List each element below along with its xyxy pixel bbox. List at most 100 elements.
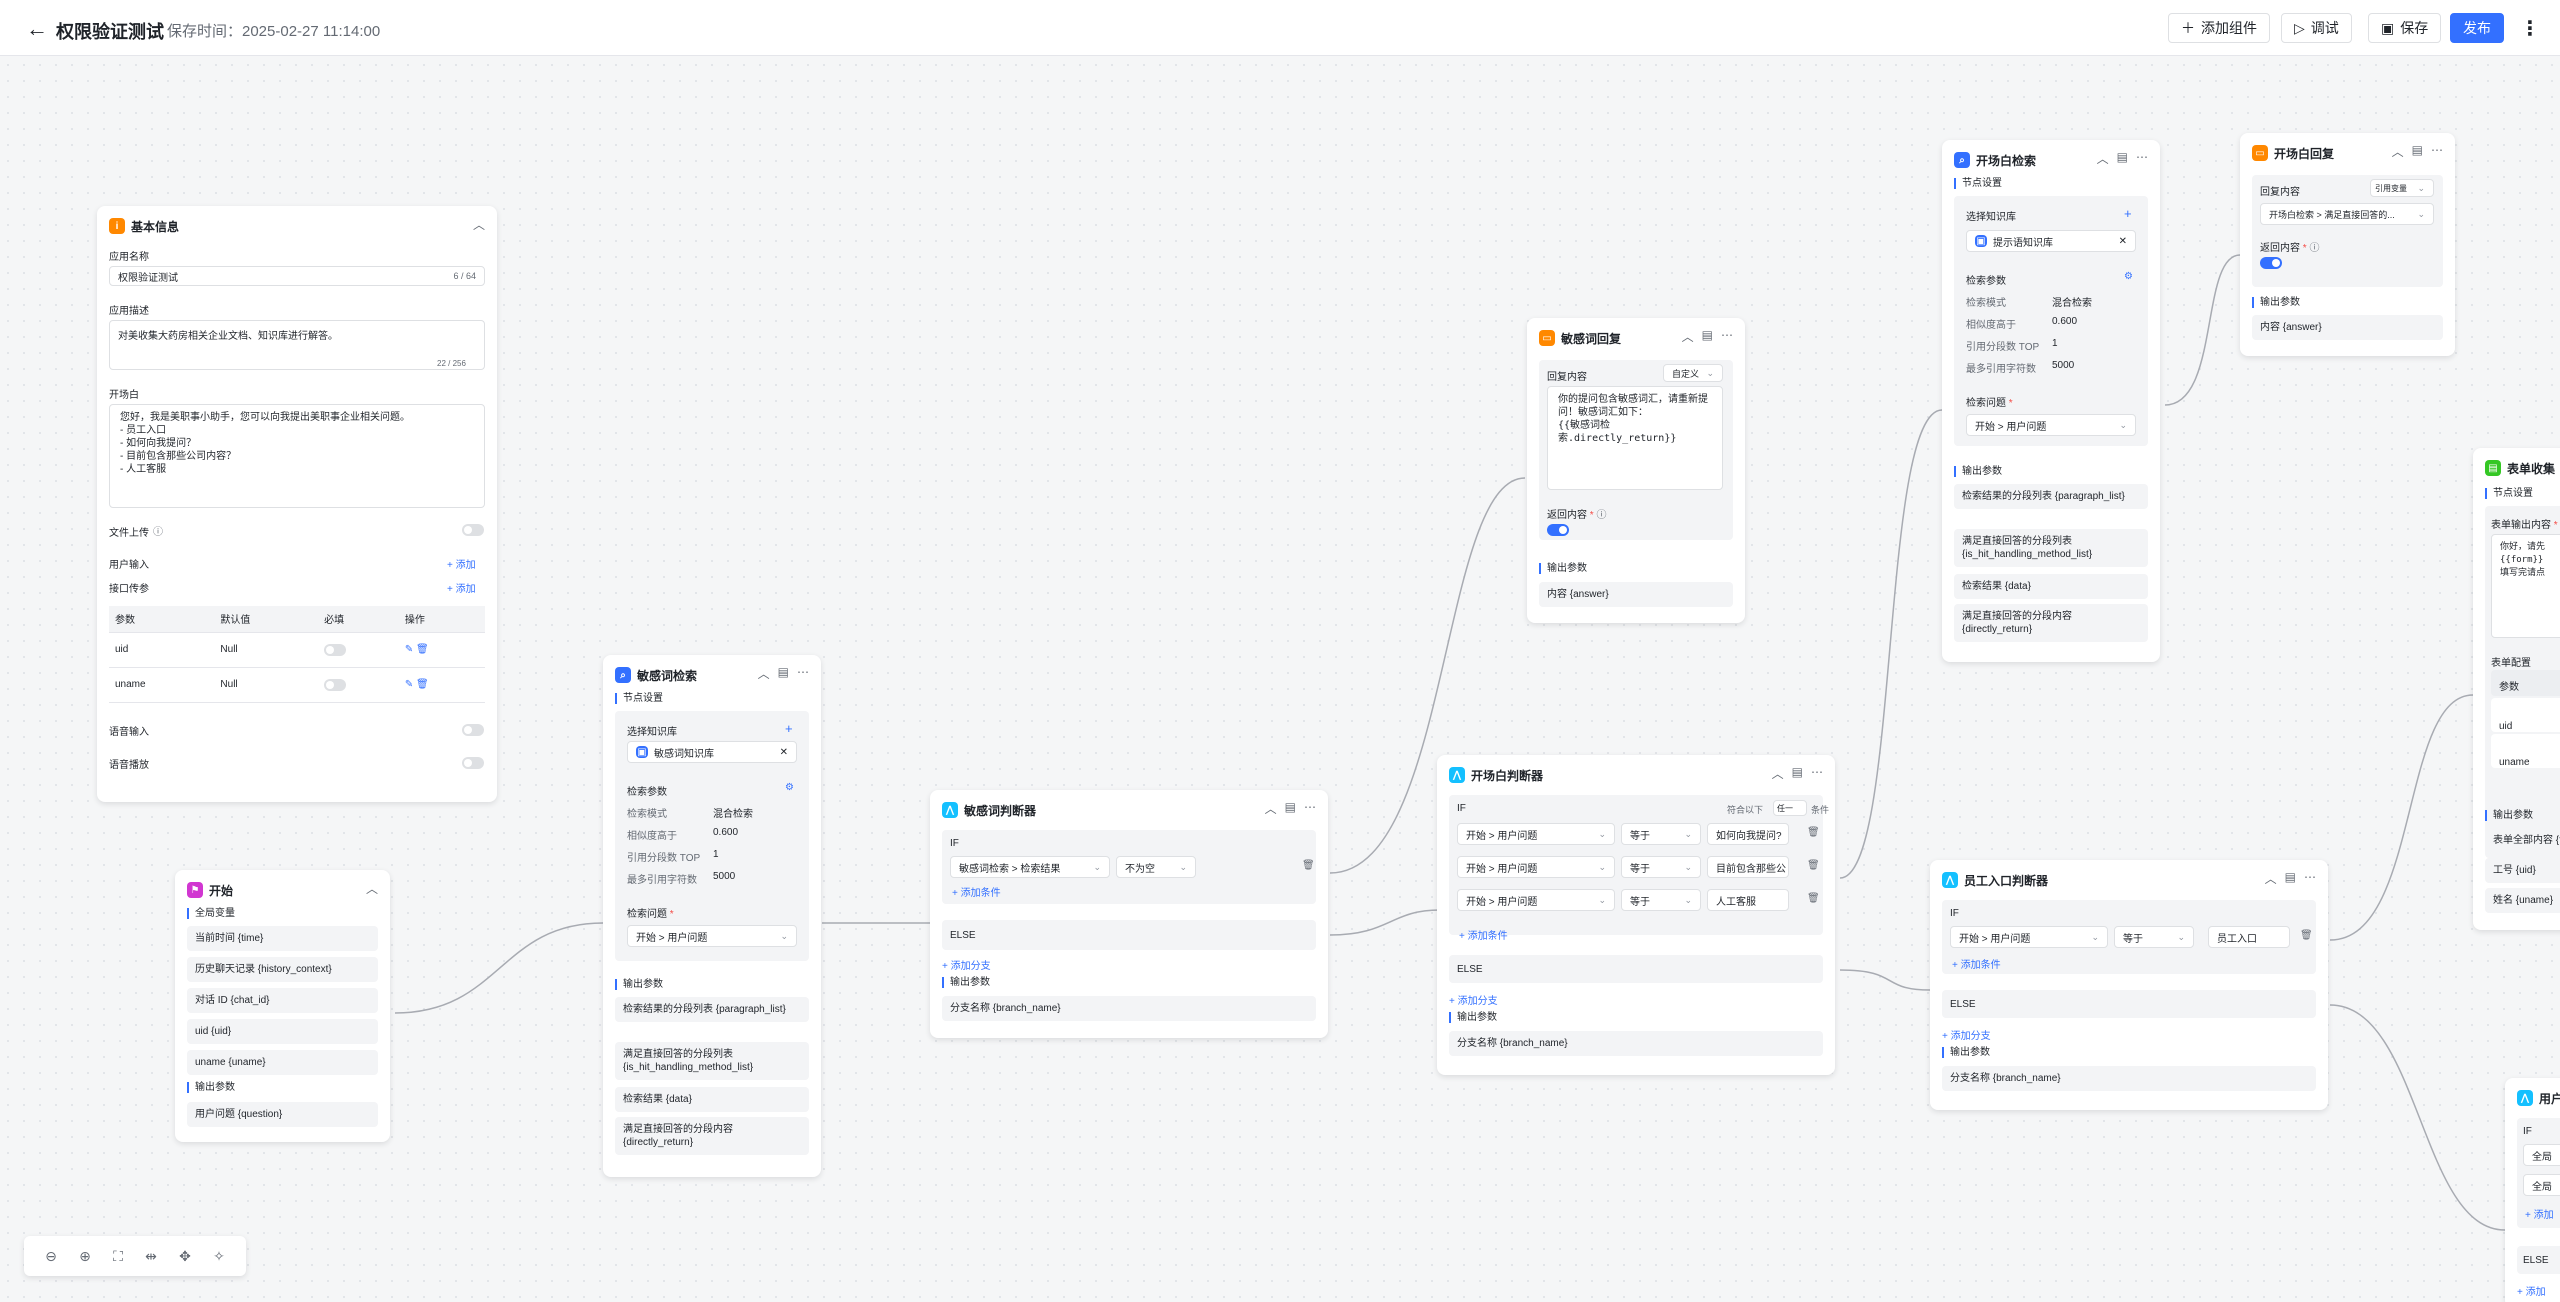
delete-icon[interactable]: 🗑 [1807,827,1820,838]
delete-icon[interactable]: 🗑 [416,644,429,655]
collapse-all-icon[interactable]: ⇹ [145,1248,157,1265]
more-icon[interactable]: ⋯ [1721,328,1733,345]
condition-field-select[interactable]: 敏感词检索 > 检索结果 ⌄ [950,856,1110,878]
add-branch-link[interactable]: + 添加分支 [1942,1027,1991,1042]
condition-value-input[interactable]: 员工入口 [2208,926,2290,948]
kb-tag[interactable]: ▣ 提示语知识库 ✕ [1966,230,2136,252]
condition-value-input[interactable]: 目前包含那些公 [1707,856,1789,878]
collapse-icon[interactable]: ︿ [2392,143,2404,160]
app-desc-textarea[interactable]: 对美收集大药房相关企业文档、知识库进行解答。 [109,320,485,370]
node-opening-judge[interactable]: ⋀ 开场白判断器 ︿ ▤ ⋯ IF 符合以下 任一 条件 开始 > 用户问题 ⌄ 等于… [1437,755,1835,1075]
node-opening-reply[interactable]: ▭ 开场白回复 ︿ ▤ ⋯ 回复内容 引用变量 ⌄ 开场白检索 > 满足直接回答的..… [2240,133,2455,356]
add-condition-link[interactable]: + 添加条件 [952,884,1001,899]
add-kb-plus-icon[interactable]: + [2124,206,2132,221]
collapse-icon[interactable]: ︿ [366,880,378,897]
voice-input-toggle[interactable] [462,724,484,736]
add-condition-link[interactable]: + 添加条件 [1459,927,1508,942]
chart-icon[interactable]: ▤ [778,665,789,682]
condition-field-select[interactable]: 全局 [2523,1144,2560,1166]
condition-op-select[interactable]: 等于 ⌄ [1621,889,1701,911]
required-toggle[interactable] [324,678,347,691]
condition-op-select[interactable]: 等于 ⌄ [2114,926,2194,948]
collapse-icon[interactable]: ︿ [1682,328,1694,345]
edit-icon[interactable]: ✎ [405,679,413,690]
add-branch-link[interactable]: + 添加分支 [942,957,991,972]
node-form-collect[interactable]: ▤ 表单收集 节点设置 表单输出内容 * 你好，请先 {{form}} 填写完请… [2473,448,2560,930]
add-branch-link[interactable]: + 添加 [2517,1283,2546,1298]
delete-icon[interactable]: 🗑 [1807,860,1820,871]
more-icon[interactable]: ⋯ [2304,870,2316,887]
add-branch-link[interactable]: + 添加分支 [1449,992,1498,1007]
condition-op-select[interactable]: 不为空 ⌄ [1116,856,1196,878]
add-condition-link[interactable]: + 添加 [2525,1206,2554,1221]
chart-icon[interactable]: ▤ [1702,328,1713,345]
chart-icon[interactable]: ▤ [2412,143,2423,160]
condition-value-input[interactable]: 如何向我提问? [1707,823,1789,845]
chart-icon[interactable]: ▤ [1792,765,1803,782]
search-question-select[interactable]: 开始 > 用户问题 ⌄ [1966,414,2136,436]
more-icon[interactable]: ⋯ [1304,800,1316,817]
node-start[interactable]: ⚑ 开始 ︿ 全局变量 当前时间 {time} 历史聊天记录 {history_… [175,870,390,1142]
condition-field-select[interactable]: 开始 > 用户问题 ⌄ [1457,823,1615,845]
auto-layout-icon[interactable]: ✧ [213,1248,225,1265]
collapse-icon[interactable]: ︿ [473,216,485,233]
node-basic-info[interactable]: i 基本信息 ︿ 应用名称 权限验证测试 6 / 64 应用描述 对美收集大药房相… [97,206,497,802]
more-icon[interactable]: ⋯ [2431,143,2443,160]
delete-icon[interactable]: 🗑 [416,679,429,690]
chart-icon[interactable]: ▤ [1285,800,1296,817]
condition-field-select[interactable]: 开始 > 用户问题 ⌄ [1950,926,2108,948]
kb-tag[interactable]: ▣ 敏感词知识库 ✕ [627,741,797,763]
form-content-textarea[interactable]: 你好，请先 {{form}} 填写完请点 [2491,534,2560,638]
reply-content-textarea[interactable]: 你的提问包含敏感词汇，请重新提 问！敏感词汇如下： {{敏感词检 索.direc… [1547,386,1723,490]
save-button[interactable]: ▣ 保存 [2368,13,2442,43]
node-sensitive-reply[interactable]: ▭ 敏感词回复 ︿ ▤ ⋯ 回复内容 自定义 ⌄ 你的提问包含敏感词汇，请重新提 问！… [1527,318,1745,623]
back-arrow-icon[interactable]: ← [26,16,48,42]
add-interface-param-link[interactable]: + 添加 [447,580,476,595]
file-upload-toggle[interactable] [462,524,484,536]
condition-op-select[interactable]: 等于 ⌄ [1621,856,1701,878]
reply-content-select[interactable]: 开场白检索 > 满足直接回答的... ⌄ [2260,203,2434,225]
delete-icon[interactable]: 🗑 [2300,930,2313,941]
more-icon[interactable]: ⋯ [797,665,809,682]
node-sensitive-judge[interactable]: ⋀ 敏感词判断器 ︿ ▤ ⋯ IF 敏感词检索 > 检索结果 ⌄ 不为空 ⌄ 🗑 + 添… [930,790,1328,1038]
settings-gear-icon[interactable]: ⚙ [2124,271,2133,282]
fit-view-icon[interactable]: ⛶ [113,1248,123,1265]
add-condition-link[interactable]: + 添加条件 [1952,956,2001,971]
app-name-input[interactable]: 权限验证测试 6 / 64 [109,266,485,286]
node-sensitive-search[interactable]: ⌕ 敏感词检索 ︿ ▤ ⋯ 节点设置 选择知识库 + ▣ 敏感词知识库 ✕ 检索参数 ⚙… [603,655,821,1177]
zoom-in-icon[interactable]: ⊕ [79,1248,91,1265]
edit-icon[interactable]: ✎ [405,644,413,655]
close-icon[interactable]: ✕ [2119,236,2127,247]
add-kb-plus-icon[interactable]: + [785,721,793,736]
match-mode-select[interactable]: 任一 [1773,800,1807,816]
return-content-toggle[interactable] [1547,524,1569,536]
more-icon[interactable]: ⋯ [2136,150,2148,167]
collapse-icon[interactable]: ︿ [1772,765,1784,782]
node-user-judge[interactable]: ⋀ 用户 IF 全局 全局 + 添加 ELSE + 添加 [2505,1078,2560,1302]
content-mode-select[interactable]: 引用变量 ⌄ [2370,179,2434,197]
condition-op-select[interactable]: 等于 ⌄ [1621,823,1701,845]
expand-all-icon[interactable]: ✥ [179,1248,191,1265]
content-mode-select[interactable]: 自定义 ⌄ [1663,364,1723,382]
condition-value-input[interactable]: 人工客服 [1707,889,1789,911]
zoom-out-icon[interactable]: ⊖ [45,1248,57,1265]
more-vertical-icon[interactable]: ⋮ [2520,16,2540,41]
publish-button[interactable]: 发布 [2450,13,2504,43]
return-content-toggle[interactable] [2260,257,2282,269]
close-icon[interactable]: ✕ [780,747,788,758]
debug-button[interactable]: ▷ 调试 [2281,13,2352,43]
more-icon[interactable]: ⋯ [1811,765,1823,782]
condition-field-select[interactable]: 全局 [2523,1174,2560,1196]
condition-field-select[interactable]: 开始 > 用户问题 ⌄ [1457,856,1615,878]
collapse-icon[interactable]: ︿ [2097,150,2109,167]
add-user-input-link[interactable]: + 添加 [447,556,476,571]
chart-icon[interactable]: ▤ [2285,870,2296,887]
required-toggle[interactable] [324,643,347,656]
collapse-icon[interactable]: ︿ [758,665,770,682]
opening-textarea[interactable]: 您好，我是美职事小助手，您可以向我提出美职事企业相关问题。 - 员工入口 - 如… [109,404,485,508]
voice-play-toggle[interactable] [462,757,484,769]
add-component-button[interactable]: ＋添加组件 [2168,13,2270,43]
search-question-select[interactable]: 开始 > 用户问题 ⌄ [627,925,797,947]
collapse-icon[interactable]: ︿ [2265,870,2277,887]
node-employee-judge[interactable]: ⋀ 员工入口判断器 ︿ ▤ ⋯ IF 开始 > 用户问题 ⌄ 等于 ⌄ 员工入口 🗑 +… [1930,860,2328,1110]
